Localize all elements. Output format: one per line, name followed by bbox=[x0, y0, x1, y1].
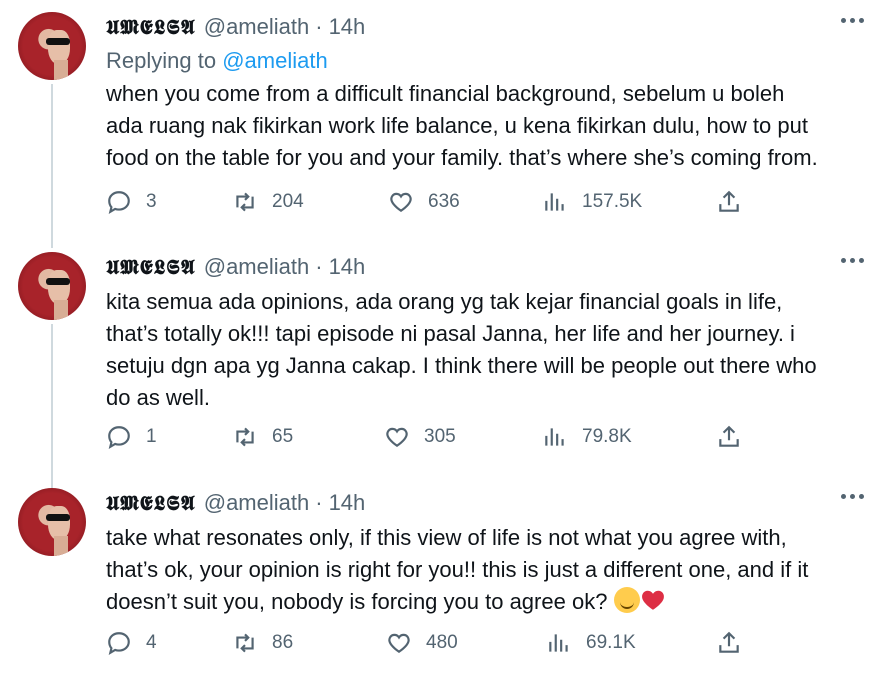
thread-line bbox=[51, 84, 53, 248]
avatar[interactable] bbox=[18, 252, 86, 320]
like-icon bbox=[386, 427, 408, 447]
share-button[interactable] bbox=[716, 424, 756, 450]
views-count: 157.5K bbox=[582, 191, 643, 212]
retweet-button[interactable]: 204 bbox=[232, 189, 304, 215]
reply-button[interactable]: 3 bbox=[106, 189, 157, 215]
share-icon bbox=[719, 631, 739, 653]
retweet-icon bbox=[236, 427, 254, 447]
display-name[interactable]: 𝖀𝕸𝕰𝕷𝕾𝕬 bbox=[106, 252, 196, 282]
tweet[interactable]: 𝖀𝕸𝕰𝕷𝕾𝕬 @ameliath · 14h kita semua ada op… bbox=[0, 252, 888, 488]
more-icon[interactable] bbox=[841, 258, 864, 263]
share-icon bbox=[719, 190, 739, 212]
views-icon bbox=[545, 428, 564, 446]
share-icon bbox=[719, 425, 739, 447]
views-icon bbox=[545, 193, 564, 211]
share-button[interactable] bbox=[716, 630, 756, 656]
tweet-text: take what resonates only, if this view o… bbox=[106, 525, 809, 614]
like-icon bbox=[390, 192, 412, 212]
tweet-header: 𝖀𝕸𝕰𝕷𝕾𝕬 @ameliath · 14h bbox=[106, 12, 864, 42]
views-count: 79.8K bbox=[582, 426, 632, 447]
like-count: 636 bbox=[428, 191, 460, 212]
tweet[interactable]: 𝖀𝕸𝕰𝕷𝕾𝕬 @ameliath · 14h Replying to @amel… bbox=[0, 12, 888, 248]
thread-line bbox=[51, 324, 53, 488]
views-button[interactable]: 69.1K bbox=[546, 630, 636, 656]
tweet[interactable]: 𝖀𝕸𝕰𝕷𝕾𝕬 @ameliath · 14h take what resonat… bbox=[0, 488, 888, 676]
tweet-header: 𝖀𝕸𝕰𝕷𝕾𝕬 @ameliath · 14h bbox=[106, 488, 864, 518]
more-icon[interactable] bbox=[841, 494, 864, 499]
reply-icon bbox=[108, 632, 130, 655]
retweet-button[interactable]: 65 bbox=[232, 424, 293, 450]
replying-to: Replying to @ameliath bbox=[106, 46, 864, 76]
avatar[interactable] bbox=[18, 488, 86, 556]
like-button[interactable]: 636 bbox=[388, 189, 460, 215]
reply-button[interactable]: 1 bbox=[106, 424, 157, 450]
replying-handle-link[interactable]: @ameliath bbox=[222, 48, 328, 73]
reply-count: 4 bbox=[146, 632, 157, 653]
tweet-text-container: take what resonates only, if this view o… bbox=[106, 522, 864, 618]
handle[interactable]: @ameliath bbox=[204, 488, 310, 518]
views-button[interactable]: 157.5K bbox=[542, 189, 642, 215]
replying-prefix: Replying to bbox=[106, 48, 217, 73]
tweet-text: when you come from a difficult financial… bbox=[106, 81, 818, 170]
retweet-count: 204 bbox=[272, 191, 304, 212]
like-count: 305 bbox=[424, 426, 456, 447]
reply-icon bbox=[108, 426, 130, 449]
reply-button[interactable]: 4 bbox=[106, 630, 157, 656]
retweet-count: 86 bbox=[272, 632, 294, 653]
more-icon[interactable] bbox=[841, 18, 864, 23]
views-icon bbox=[549, 634, 568, 652]
tweet-text: kita semua ada opinions, ada orang yg ta… bbox=[106, 289, 817, 410]
tweet-header: 𝖀𝕸𝕰𝕷𝕾𝕬 @ameliath · 14h bbox=[106, 252, 864, 282]
like-count: 480 bbox=[426, 632, 458, 653]
like-button[interactable]: 480 bbox=[386, 630, 458, 656]
views-button[interactable]: 79.8K bbox=[542, 424, 632, 450]
separator-dot: · bbox=[315, 490, 323, 515]
retweet-count: 65 bbox=[272, 426, 294, 447]
timestamp[interactable]: 14h bbox=[329, 488, 366, 518]
like-icon bbox=[388, 633, 410, 653]
handle[interactable]: @ameliath bbox=[204, 252, 310, 282]
views-count: 69.1K bbox=[586, 632, 636, 653]
like-button[interactable]: 305 bbox=[384, 424, 456, 450]
timestamp[interactable]: 14h bbox=[329, 12, 366, 42]
reply-count: 3 bbox=[146, 191, 157, 212]
retweet-button[interactable]: 86 bbox=[232, 630, 293, 656]
separator-dot: · bbox=[315, 254, 323, 279]
smiling-face-emoji-icon bbox=[613, 587, 640, 613]
display-name[interactable]: 𝖀𝕸𝕰𝕷𝕾𝕬 bbox=[106, 12, 196, 42]
retweet-icon bbox=[236, 633, 254, 653]
separator-dot: · bbox=[315, 14, 323, 39]
reply-icon bbox=[108, 191, 130, 214]
share-button[interactable] bbox=[716, 189, 756, 215]
timestamp[interactable]: 14h bbox=[329, 252, 366, 282]
handle[interactable]: @ameliath bbox=[204, 12, 310, 42]
avatar[interactable] bbox=[18, 12, 86, 80]
red-heart-emoji-icon bbox=[641, 590, 664, 610]
reply-count: 1 bbox=[146, 426, 157, 447]
display-name[interactable]: 𝖀𝕸𝕰𝕷𝕾𝕬 bbox=[106, 488, 196, 518]
retweet-icon bbox=[236, 192, 254, 212]
